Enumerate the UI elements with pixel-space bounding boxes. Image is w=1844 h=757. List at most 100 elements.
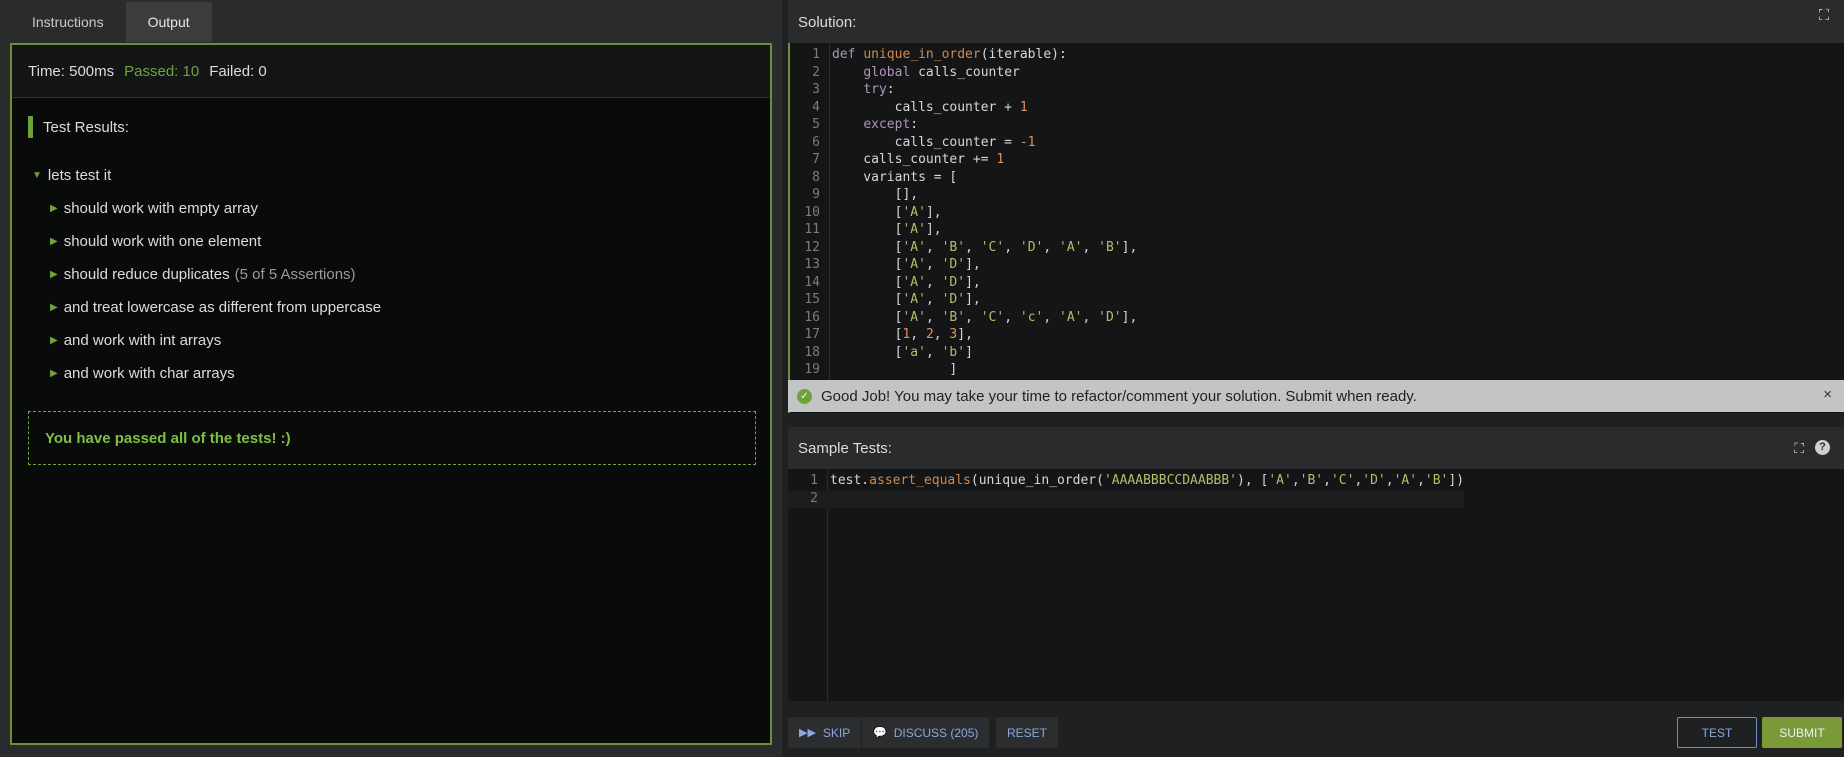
- code-token: 'D': [1098, 309, 1122, 325]
- close-icon[interactable]: ×: [1823, 386, 1832, 403]
- test-item[interactable]: ▶ and treat lowercase as different from …: [50, 291, 381, 324]
- code-lines: 1 def unique_in_order(iterable): 2 global …: [790, 47, 1137, 397]
- test-group[interactable]: ▼ lets test it: [32, 159, 381, 192]
- test-item[interactable]: ▶ should reduce duplicates (5 of 5 Asser…: [50, 258, 381, 291]
- code-token: ,: [925, 292, 942, 307]
- solution-editor[interactable]: 1 def unique_in_order(iterable): 2 global …: [788, 43, 1844, 413]
- code-line: 2: [788, 490, 1465, 508]
- line-number: 13: [804, 257, 820, 272]
- code-token: [: [832, 222, 903, 237]
- code-token: ,: [933, 327, 950, 342]
- code-token: ,: [910, 327, 926, 342]
- help-icon[interactable]: ?: [1815, 440, 1830, 455]
- code-token: ]: [832, 362, 958, 377]
- code-token: :: [910, 117, 919, 132]
- code-line: 5 except:: [790, 117, 1137, 135]
- code-token: ,: [1385, 473, 1394, 488]
- code-token: 'D': [941, 274, 966, 290]
- success-toast: ✓ Good Job! You may take your time to re…: [788, 380, 1844, 412]
- test-item[interactable]: ▶ and work with char arrays: [50, 357, 381, 390]
- code-token: ,: [925, 239, 942, 255]
- test-group-label: lets test it: [47, 167, 112, 184]
- line-number: 6: [812, 134, 820, 150]
- code-token: 2: [925, 327, 934, 342]
- code-token: 'a': [902, 344, 926, 360]
- code-line: 2 global calls_counter: [790, 65, 1137, 83]
- code-token: assert_equals: [869, 473, 971, 488]
- code-token: ]: [965, 344, 973, 360]
- line-number: 9: [812, 187, 820, 202]
- code-token: [: [832, 239, 903, 255]
- test-item[interactable]: ▶ should work with empty array: [50, 192, 381, 225]
- passed-stat: Passed: 10: [124, 62, 200, 80]
- code-token: ), [: [1237, 473, 1269, 488]
- code-token: ,: [925, 309, 942, 325]
- line-number: 8: [812, 169, 820, 185]
- code-token: def: [832, 47, 864, 62]
- passed-message: You have passed all of the tests! :): [28, 411, 756, 465]
- test-item[interactable]: ▶ and work with int arrays: [50, 324, 381, 357]
- code-line: 16 ['A', 'B', 'C', 'c', 'A', 'D'],: [790, 310, 1137, 328]
- code-token: calls_counter +: [832, 99, 1020, 115]
- reset-button[interactable]: RESET: [996, 717, 1059, 748]
- tab-output[interactable]: Output: [125, 2, 212, 42]
- code-token: calls_counter =: [832, 134, 1020, 150]
- code-line: 17 [1, 2, 3],: [790, 327, 1137, 345]
- code-token: -1: [1019, 134, 1036, 150]
- code-token: [: [832, 204, 903, 220]
- code-token: 'D': [941, 292, 966, 307]
- expand-arrow-icon: ▼: [32, 170, 42, 181]
- fullscreen-icon[interactable]: ⛶: [1816, 8, 1832, 24]
- test-button[interactable]: TEST: [1677, 717, 1757, 748]
- skip-button[interactable]: ▶▶ SKIP: [788, 717, 862, 748]
- fullscreen-icon[interactable]: ⛶: [1794, 440, 1804, 457]
- line-number: 11: [804, 222, 820, 237]
- test-item-label: should work with one element: [63, 233, 262, 250]
- discuss-label: DISCUSS (205): [893, 725, 979, 740]
- code-token: ,: [1043, 239, 1060, 255]
- code-token: 'D': [1019, 239, 1044, 255]
- collapsed-arrow-icon: ▶: [50, 203, 58, 214]
- comments-icon: 💬: [873, 727, 887, 739]
- code-token: [: [832, 257, 903, 272]
- code-token: except: [863, 117, 911, 132]
- code-token: 'c': [1019, 309, 1044, 325]
- code-token: 'A': [1268, 473, 1292, 488]
- output-console: Time: 500ms Passed: 10 Failed: 0 Test Re…: [10, 43, 772, 745]
- code-token: ,: [925, 257, 942, 272]
- code-token: 'B': [1098, 239, 1122, 255]
- code-line: 11 ['A'],: [790, 222, 1137, 240]
- code-token: [: [832, 344, 903, 360]
- code-token: variants = [: [832, 169, 958, 185]
- test-item-label: and work with int arrays: [63, 332, 222, 349]
- heading-accent-bar: [28, 116, 33, 138]
- collapsed-arrow-icon: ▶: [50, 368, 58, 379]
- code-line: 19 ]: [790, 362, 1137, 380]
- code-token: ],: [1121, 309, 1138, 325]
- test-item[interactable]: ▶ should work with one element: [50, 225, 381, 258]
- sample-tests-editor[interactable]: 1 test.assert_equals(unique_in_order('AAA…: [788, 469, 1844, 701]
- code-token: 'A': [902, 222, 926, 237]
- code-token: 1: [1019, 99, 1028, 115]
- code-token: ],: [925, 204, 942, 220]
- code-token: calls_counter +=: [832, 152, 997, 167]
- code-token: 1: [996, 152, 1005, 167]
- sample-tests-header: Sample Tests: ⛶ ?: [788, 427, 1844, 469]
- code-token: 'A': [902, 309, 926, 325]
- code-line: 1 test.assert_equals(unique_in_order('AAA…: [788, 473, 1464, 491]
- code-line: 12 ['A', 'B', 'C', 'D', 'A', 'B'],: [790, 240, 1137, 258]
- code-token: ,: [1417, 473, 1425, 488]
- code-token: 'B': [941, 309, 966, 325]
- submit-button[interactable]: SUBMIT: [1762, 717, 1842, 748]
- code-token: global: [863, 64, 919, 80]
- tab-instructions[interactable]: Instructions: [10, 2, 126, 42]
- code-token: ,: [1291, 473, 1300, 488]
- code-token: 'D': [941, 257, 966, 272]
- collapsed-arrow-icon: ▶: [50, 269, 58, 280]
- line-number: 14: [804, 274, 820, 290]
- code-token: ,: [965, 239, 981, 255]
- solution-header: Solution: ⛶: [788, 0, 1844, 43]
- discuss-button[interactable]: 💬 DISCUSS (205): [862, 717, 990, 748]
